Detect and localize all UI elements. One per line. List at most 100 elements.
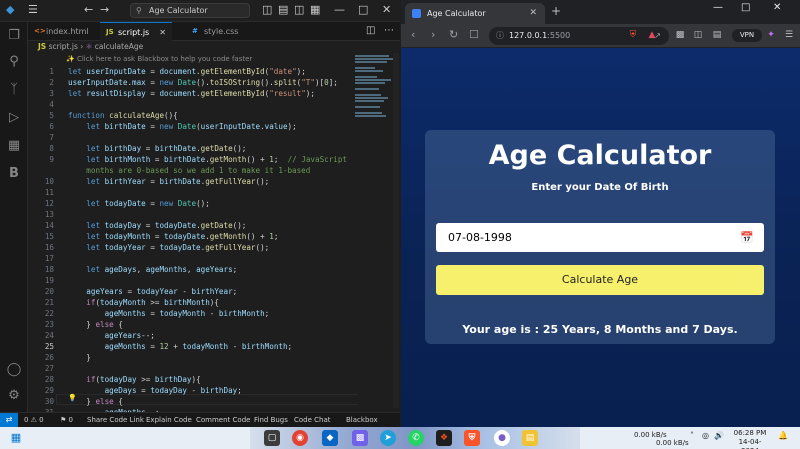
brave-rewards-icon[interactable]: ▲ bbox=[646, 29, 658, 41]
forward-icon[interactable]: › bbox=[431, 28, 435, 41]
breadcrumb-file[interactable]: script.js bbox=[49, 42, 78, 51]
more-actions-icon[interactable]: ⋯ bbox=[384, 25, 394, 36]
share-code-link[interactable]: Share Code Link bbox=[87, 413, 144, 427]
explain-code[interactable]: Explain Code bbox=[146, 413, 192, 427]
leo-ai-icon[interactable]: ✦ bbox=[765, 29, 777, 41]
code-line[interactable]: 9 let birthMonth = birthDate.getMonth() … bbox=[28, 154, 358, 165]
problems-status[interactable]: 0 ⚠ 0 bbox=[24, 413, 44, 427]
code-line[interactable]: 18 let ageDays, ageMonths, ageYears; bbox=[28, 264, 358, 275]
find-bugs[interactable]: Find Bugs bbox=[254, 413, 288, 427]
code-line[interactable]: 26 } bbox=[28, 352, 358, 363]
figma-icon[interactable]: ❖ bbox=[436, 430, 452, 446]
address-bar[interactable]: ⓘ 127.0.0.1:5500 ↗ bbox=[489, 27, 669, 45]
layout-custom-icon[interactable]: ▦ bbox=[310, 3, 320, 16]
telegram-icon[interactable]: ➤ bbox=[380, 430, 396, 446]
layout-panel-icon[interactable]: ▤ bbox=[278, 3, 288, 16]
tray-chevron-icon[interactable]: ˄ bbox=[690, 431, 694, 440]
browser-tab-active[interactable]: Age Calculator ✕ bbox=[405, 3, 545, 24]
blackbox-icon[interactable]: B bbox=[6, 166, 22, 182]
tab-close-icon[interactable]: ✕ bbox=[159, 23, 166, 42]
command-search-box[interactable]: ⚲ Age Calculator bbox=[130, 3, 250, 18]
code-chat[interactable]: Code Chat bbox=[294, 413, 331, 427]
breadcrumb-symbol[interactable]: calculateAge bbox=[95, 42, 143, 51]
teams-icon[interactable]: ▩ bbox=[352, 430, 368, 446]
code-line[interactable]: months are 0-based so we add 1 to make i… bbox=[28, 165, 358, 176]
code-line[interactable]: 10 let birthYear = birthDate.getFullYear… bbox=[28, 176, 358, 187]
tab-index-html[interactable]: <> index.html bbox=[28, 22, 90, 41]
menu-icon[interactable]: ☰ bbox=[28, 3, 38, 16]
back-arrow-icon[interactable]: ← bbox=[84, 3, 93, 16]
extensions-puzzle-icon[interactable]: ▩ bbox=[674, 29, 686, 41]
split-editor-icon[interactable]: ◫ bbox=[366, 25, 375, 36]
code-line[interactable]: 29 ageDays = todayDay - birthDay; bbox=[28, 385, 358, 396]
code-line[interactable]: 22 ageMonths = todayMonth - birthMonth; bbox=[28, 308, 358, 319]
account-icon[interactable]: ◯ bbox=[6, 362, 22, 378]
editor-scrollbar[interactable] bbox=[393, 53, 399, 408]
code-line[interactable]: 2 userInputDate.max = new Date().toISOStr… bbox=[28, 77, 358, 88]
code-line[interactable]: 19 bbox=[28, 275, 358, 286]
code-line[interactable]: 4 bbox=[28, 99, 358, 110]
chrome-icon[interactable]: ◉ bbox=[292, 430, 308, 446]
blackbox-status[interactable]: Blackbox bbox=[346, 413, 378, 427]
ports-status[interactable]: ⚑ 0 bbox=[60, 413, 73, 427]
code-line[interactable]: 27 bbox=[28, 363, 358, 374]
code-line[interactable]: 13 bbox=[28, 209, 358, 220]
minimize-icon[interactable]: — bbox=[334, 3, 345, 16]
search-icon[interactable]: ⚲ bbox=[6, 54, 22, 70]
code-line[interactable]: 21 if(todayMonth >= birthMonth){ bbox=[28, 297, 358, 308]
code-line[interactable]: 24 ageYears--; bbox=[28, 330, 358, 341]
bookmark-icon[interactable]: ☐ bbox=[469, 28, 479, 41]
windows-start-icon[interactable]: ▦ bbox=[8, 430, 24, 446]
browser-menu-icon[interactable]: ☰ bbox=[783, 29, 795, 41]
code-line[interactable]: 11 bbox=[28, 187, 358, 198]
code-line[interactable]: 30 } else { bbox=[28, 396, 358, 407]
code-line[interactable]: 25 ageMonths = 12 + todayMonth - birthMo… bbox=[28, 341, 358, 352]
code-line[interactable]: 17 bbox=[28, 253, 358, 264]
tab-style-css[interactable]: # style.css bbox=[186, 22, 248, 41]
vpn-button[interactable]: VPN bbox=[732, 29, 762, 42]
code-line[interactable]: 20 ageYears = todayYear - birthYear; bbox=[28, 286, 358, 297]
run-debug-icon[interactable]: ▷ bbox=[6, 110, 22, 126]
volume-icon[interactable]: 🔊 bbox=[714, 431, 724, 440]
mail-app-icon[interactable]: ● bbox=[494, 430, 510, 446]
explorer-icon[interactable]: ❐ bbox=[6, 28, 22, 44]
tab-close-icon[interactable]: ✕ bbox=[529, 3, 537, 24]
code-line[interactable]: 23 } else { bbox=[28, 319, 358, 330]
brave-shields-icon[interactable]: ⛨ bbox=[627, 29, 639, 41]
site-info-icon[interactable]: ⓘ bbox=[496, 27, 504, 45]
notification-bell-icon[interactable]: 🔔 bbox=[778, 431, 788, 440]
reload-icon[interactable]: ↻ bbox=[449, 28, 458, 41]
remote-indicator-icon[interactable]: ⇄ bbox=[0, 413, 18, 427]
blackbox-hint[interactable]: ✨ Click here to ask Blackbox to help you… bbox=[66, 55, 252, 63]
code-line[interactable]: 7 bbox=[28, 132, 358, 143]
forward-arrow-icon[interactable]: → bbox=[100, 3, 109, 16]
minimize-icon[interactable]: — bbox=[713, 2, 723, 13]
comment-code[interactable]: Comment Code bbox=[196, 413, 250, 427]
code-line[interactable]: 6 let birthDate = new Date(userInputDate… bbox=[28, 121, 358, 132]
minimap[interactable] bbox=[355, 53, 397, 123]
wifi-icon[interactable]: ◎ bbox=[702, 431, 709, 440]
sidebar-icon[interactable]: ◫ bbox=[692, 29, 704, 41]
settings-gear-icon[interactable]: ⚙ bbox=[6, 388, 22, 404]
source-control-icon[interactable]: ᛉ bbox=[6, 82, 22, 98]
code-line[interactable]: 14 let todayDay = todayDate.getDate(); bbox=[28, 220, 358, 231]
date-of-birth-input[interactable]: 07-08-1998 📅 bbox=[436, 223, 764, 252]
wallet-icon[interactable]: ▤ bbox=[711, 29, 723, 41]
system-clock[interactable]: 06:28 PM 14-04-2024 bbox=[730, 429, 770, 449]
code-line[interactable]: 15 let todayMonth = todayDate.getMonth()… bbox=[28, 231, 358, 242]
close-icon[interactable]: ✕ bbox=[382, 3, 391, 16]
tab-script-js[interactable]: JS script.js ✕ bbox=[100, 22, 172, 41]
extensions-icon[interactable]: ▦ bbox=[6, 138, 22, 154]
calendar-icon[interactable]: 📅 bbox=[740, 223, 754, 252]
close-icon[interactable]: ✕ bbox=[773, 2, 781, 13]
code-line[interactable]: 12 let todayDate = new Date(); bbox=[28, 198, 358, 209]
code-line[interactable]: 5 function calculateAge(){ bbox=[28, 110, 358, 121]
calculate-age-button[interactable]: Calculate Age bbox=[436, 265, 764, 295]
maximize-icon[interactable]: □ bbox=[358, 3, 368, 16]
layout-sidebar-icon[interactable]: ◫ bbox=[262, 3, 272, 16]
code-line[interactable]: 16 let todayYear = todayDate.getFullYear… bbox=[28, 242, 358, 253]
code-line[interactable]: 1 let userInputDate = document.getElement… bbox=[28, 66, 358, 77]
new-tab-icon[interactable]: + bbox=[551, 4, 561, 18]
code-line[interactable]: 28 if(todayDay >= birthDay){ bbox=[28, 374, 358, 385]
brave-taskbar-icon[interactable]: ⛨ bbox=[464, 430, 480, 446]
